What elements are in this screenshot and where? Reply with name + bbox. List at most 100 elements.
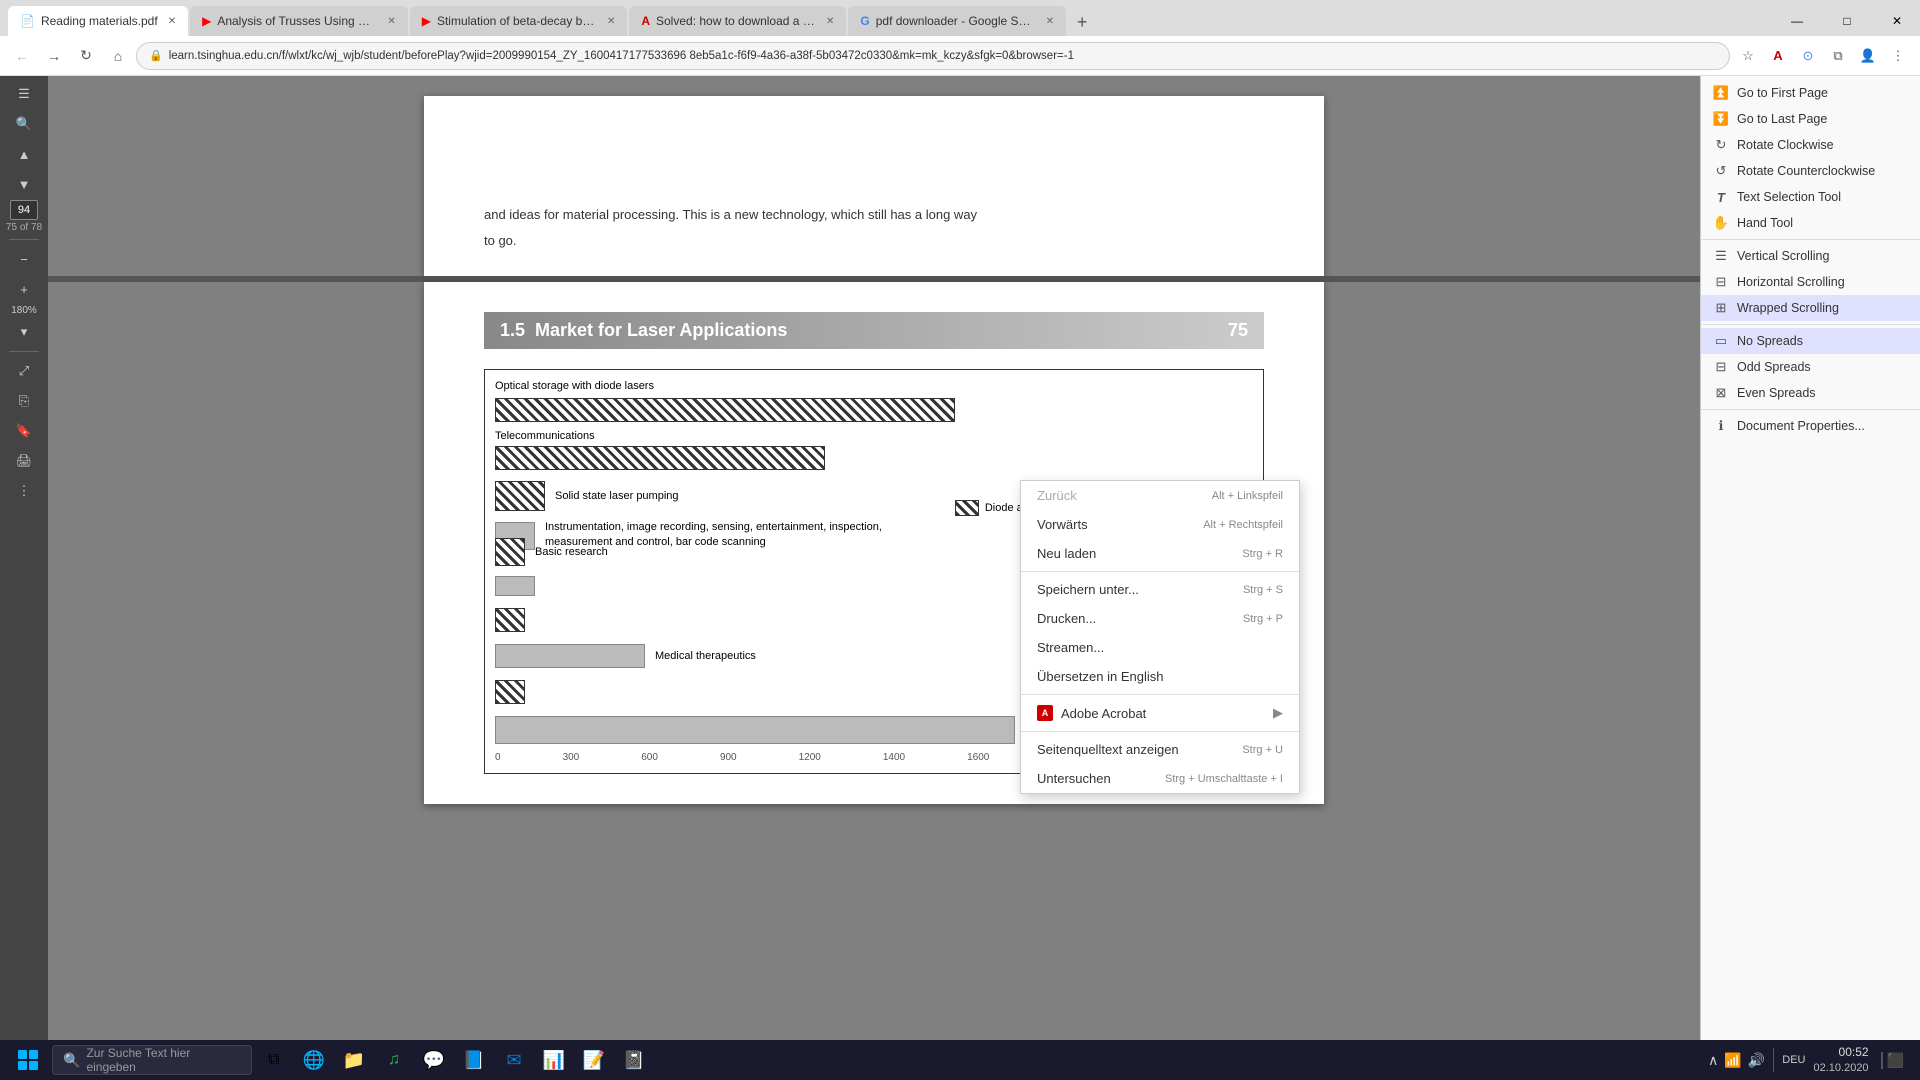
- tray-time: 00:52: [1814, 1044, 1869, 1061]
- panel-vert-scroll[interactable]: ☰ Vertical Scrolling: [1701, 243, 1920, 269]
- pdf-content: and ideas for material processing. This …: [48, 76, 1700, 1040]
- tab-close-2[interactable]: ✕: [387, 16, 395, 27]
- tray-up-arrow-icon[interactable]: ∧: [1708, 1052, 1718, 1069]
- zoom-out-button[interactable]: −: [6, 245, 42, 273]
- panel-odd-spreads[interactable]: ⊟ Odd Spreads: [1701, 354, 1920, 380]
- onenote-taskbar-icon[interactable]: 📓: [616, 1042, 652, 1078]
- extensions-icon[interactable]: ⧉: [1824, 42, 1852, 70]
- tab-solved-pdf[interactable]: A Solved: how to download a pdf f... ✕: [629, 6, 846, 36]
- address-bar[interactable]: 🔒 learn.tsinghua.edu.cn/f/wlxt/kc/wj_wjb…: [136, 42, 1730, 70]
- forward-button[interactable]: →: [40, 42, 68, 70]
- section-number-title: 1.5 Market for Laser Applications: [500, 320, 787, 341]
- bookmark-star-icon[interactable]: ☆: [1734, 42, 1762, 70]
- search-pdf-button[interactable]: 🔍: [6, 110, 42, 138]
- ctx-acrobat[interactable]: A Adobe Acrobat ▶: [1021, 698, 1299, 728]
- chrome-taskbar-icon[interactable]: 🌐: [296, 1042, 332, 1078]
- tab-title-4: Solved: how to download a pdf f...: [656, 14, 816, 28]
- spotify-taskbar-icon[interactable]: ♫: [376, 1042, 412, 1078]
- ctx-save[interactable]: Speichern unter... Strg + S: [1021, 575, 1299, 604]
- panel-label-no-spreads: No Spreads: [1737, 334, 1803, 348]
- ctx-forward-label: Vorwärts: [1037, 517, 1088, 532]
- back-button[interactable]: ←: [8, 42, 36, 70]
- minimize-button[interactable]: —: [1774, 3, 1820, 39]
- reload-button[interactable]: ↻: [72, 42, 100, 70]
- bookmark-button[interactable]: 🔖: [6, 417, 42, 445]
- panel-rotate-ccw[interactable]: ↺ Rotate Counterclockwise: [1701, 158, 1920, 184]
- bar-hatched-6: [495, 608, 525, 632]
- maximize-button[interactable]: □: [1824, 3, 1870, 39]
- panel-text-sel[interactable]: T Text Selection Tool: [1701, 184, 1920, 210]
- acrobat-nav-icon[interactable]: A: [1764, 42, 1792, 70]
- ctx-inspect[interactable]: Untersuchen Strg + Umschalttaste + I: [1021, 764, 1299, 793]
- ctx-forward[interactable]: Vorwärts Alt + Rechtspfeil: [1021, 510, 1299, 539]
- zoom-dropdown-button[interactable]: ▾: [6, 318, 42, 346]
- tab-close-3[interactable]: ✕: [607, 16, 615, 27]
- panel-wrap-scroll[interactable]: ⊞ Wrapped Scrolling: [1701, 295, 1920, 321]
- tab-close-4[interactable]: ✕: [826, 16, 834, 27]
- tray-volume-icon[interactable]: 🔊: [1748, 1052, 1765, 1069]
- panel-hand[interactable]: ✋ Hand Tool: [1701, 210, 1920, 236]
- panel-label-go-last: Go to Last Page: [1737, 112, 1827, 126]
- tray-network-icon[interactable]: 📶: [1724, 1052, 1741, 1069]
- section-header: 1.5 Market for Laser Applications 75: [484, 312, 1264, 349]
- chart-row-1: Optical storage with diode lasers: [495, 380, 1253, 422]
- profile-icon[interactable]: 👤: [1854, 42, 1882, 70]
- tab-google-search[interactable]: G pdf downloader - Google Search ✕: [848, 6, 1066, 36]
- word-taskbar-icon[interactable]: 📝: [576, 1042, 612, 1078]
- ctx-translate[interactable]: Übersetzen in English: [1021, 662, 1299, 691]
- more-options-button[interactable]: ⋮: [6, 477, 42, 505]
- prev-page-button[interactable]: ▲: [6, 140, 42, 168]
- show-desktop-button[interactable]: ⬛: [1881, 1052, 1904, 1069]
- task-view-button[interactable]: ⧉: [256, 1042, 292, 1078]
- ctx-view-source[interactable]: Seitenquelltext anzeigen Strg + U: [1021, 735, 1299, 764]
- explorer-taskbar-icon[interactable]: 📁: [336, 1042, 372, 1078]
- ctx-reload[interactable]: Neu laden Strg + R: [1021, 539, 1299, 568]
- nav-bar: ← → ↻ ⌂ 🔒 learn.tsinghua.edu.cn/f/wlxt/k…: [0, 36, 1920, 76]
- tray-date: 02.10.2020: [1814, 1061, 1869, 1076]
- tab-reading-materials[interactable]: 📄 Reading materials.pdf ✕: [8, 6, 188, 36]
- page-number-input[interactable]: [10, 200, 38, 220]
- tab-analysis-trusses[interactable]: ▶ Analysis of Trusses Using Finite E... …: [190, 6, 408, 36]
- tab-close-1[interactable]: ✕: [168, 16, 176, 27]
- outlook-taskbar-icon[interactable]: ✉: [496, 1042, 532, 1078]
- panel-go-first[interactable]: ⏫ Go to First Page: [1701, 80, 1920, 106]
- close-button[interactable]: ✕: [1874, 3, 1920, 39]
- panel-horiz-scroll[interactable]: ⊟ Horizontal Scrolling: [1701, 269, 1920, 295]
- tab-title-5: pdf downloader - Google Search: [876, 14, 1036, 28]
- print-pdf-button[interactable]: 🖨: [6, 447, 42, 475]
- new-tab-button[interactable]: +: [1068, 8, 1096, 36]
- chart-row-2: Telecommunications: [495, 430, 1253, 470]
- tab-close-5[interactable]: ✕: [1046, 16, 1054, 27]
- taskbar-search[interactable]: 🔍 Zur Suche Text hier eingeben: [52, 1045, 252, 1075]
- row-label-6: Medical therapeutics: [655, 650, 756, 662]
- ctx-back[interactable]: Zurück Alt + Linkspfeil: [1021, 481, 1299, 510]
- zoom-in-button[interactable]: +: [6, 275, 42, 303]
- start-button[interactable]: [8, 1040, 48, 1080]
- home-button[interactable]: ⌂: [104, 42, 132, 70]
- fit-window-button[interactable]: ⤢: [6, 357, 42, 385]
- discord-taskbar-icon[interactable]: 💬: [416, 1042, 452, 1078]
- bar-hatched-2: [495, 446, 825, 470]
- panel-rotate-cw[interactable]: ↻ Rotate Clockwise: [1701, 132, 1920, 158]
- panel-no-spreads[interactable]: ▭ No Spreads: [1701, 328, 1920, 354]
- teams-taskbar-icon[interactable]: 📘: [456, 1042, 492, 1078]
- panel-go-last[interactable]: ⏬ Go to Last Page: [1701, 106, 1920, 132]
- chrome-icon[interactable]: ⊙: [1794, 42, 1822, 70]
- sidebar-toggle-button[interactable]: ☰: [6, 80, 42, 108]
- pdf-toolbar: ☰ 🔍 ▲ ▼ 75 of 78 − + 180% ▾ ⤢ ⎘ 🔖 🖨 ⋮: [0, 76, 48, 1040]
- next-page-button[interactable]: ▼: [6, 170, 42, 198]
- tab-icon-yt3: ▶: [422, 14, 431, 28]
- panel-doc-props[interactable]: ℹ Document Properties...: [1701, 413, 1920, 439]
- excel-taskbar-icon[interactable]: 📊: [536, 1042, 572, 1078]
- tray-separator: [1773, 1048, 1774, 1072]
- browser-chrome: 📄 Reading materials.pdf ✕ ▶ Analysis of …: [0, 0, 1920, 76]
- ctx-stream[interactable]: Streamen...: [1021, 633, 1299, 662]
- even-spreads-icon: ⊠: [1713, 385, 1729, 401]
- rotate-view-button[interactable]: ⎘: [6, 387, 42, 415]
- tab-stimulation[interactable]: ▶ Stimulation of beta-decay by las... ✕: [410, 6, 628, 36]
- panel-even-spreads[interactable]: ⊠ Even Spreads: [1701, 380, 1920, 406]
- row-label-5: Basic research: [535, 546, 608, 558]
- tab-title-1: Reading materials.pdf: [41, 14, 158, 28]
- ctx-print[interactable]: Drucken... Strg + P: [1021, 604, 1299, 633]
- settings-icon[interactable]: ⋮: [1884, 42, 1912, 70]
